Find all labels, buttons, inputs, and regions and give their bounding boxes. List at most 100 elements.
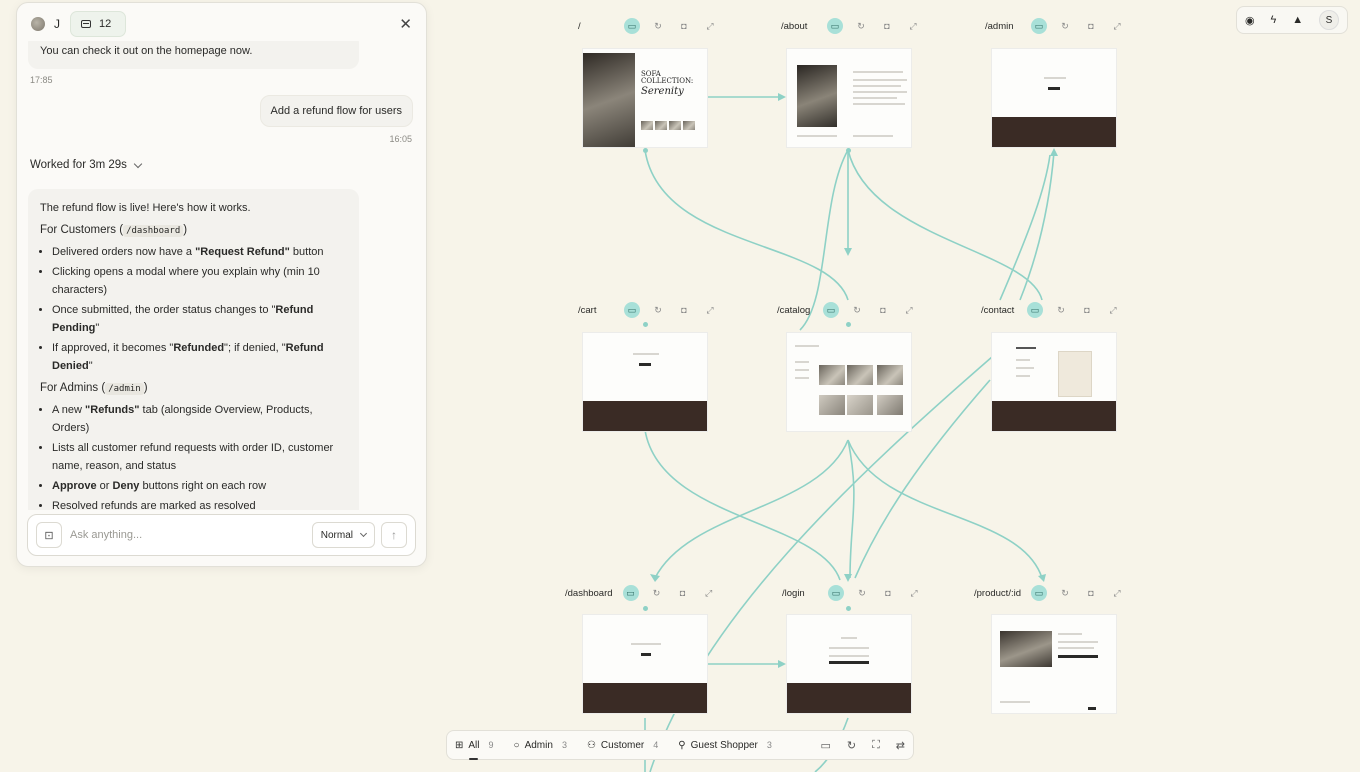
- button-block: [1058, 655, 1098, 658]
- route-label[interactable]: /dashboard: [565, 588, 613, 599]
- page-preview-catalog[interactable]: [786, 332, 912, 432]
- page-preview-contact[interactable]: [991, 332, 1117, 432]
- message-list[interactable]: You can check it out on the homepage now…: [17, 41, 426, 510]
- desktop-view-icon[interactable]: ▭: [827, 18, 843, 34]
- text-line: [853, 71, 903, 73]
- refresh-icon[interactable]: ↻: [1053, 302, 1069, 318]
- persona-filter-bar: ⊞ All 9 ○ Admin 3 ⚇ Customer 4 ⚲ Guest S…: [446, 730, 914, 760]
- page-preview-about[interactable]: [786, 48, 912, 148]
- expand-icon[interactable]: ⤢: [702, 18, 718, 34]
- page-preview-home[interactable]: SOFA COLLECTION: Serenity: [582, 48, 708, 148]
- expand-icon[interactable]: ⤢: [1105, 302, 1121, 318]
- page-preview-login[interactable]: [786, 614, 912, 714]
- avatar[interactable]: [31, 17, 45, 31]
- mode-select[interactable]: Normal: [311, 522, 375, 548]
- github-icon[interactable]: ◉: [1245, 14, 1255, 27]
- close-icon[interactable]: ✕: [399, 15, 412, 33]
- filter-guest-shopper[interactable]: ⚲ Guest Shopper 3: [678, 740, 772, 751]
- camera-icon[interactable]: ◘: [875, 302, 891, 318]
- route-label[interactable]: /catalog: [777, 305, 813, 316]
- worked-for-toggle[interactable]: Worked for 3m 29s: [30, 159, 143, 171]
- node-handle[interactable]: [643, 606, 648, 611]
- node-toolbar-catalog: /catalog ▭ ↻ ◘ ⤢: [777, 299, 917, 321]
- list-item: A new "Refunds" tab (alongside Overview,…: [52, 401, 347, 437]
- refresh-icon[interactable]: ↻: [849, 302, 865, 318]
- node-toolbar-contact: /contact ▭ ↻ ◘ ⤢: [981, 299, 1121, 321]
- camera-icon[interactable]: ◘: [1083, 18, 1099, 34]
- desktop-view-icon[interactable]: ▭: [1031, 18, 1047, 34]
- camera-icon[interactable]: ◘: [880, 585, 896, 601]
- refresh-icon[interactable]: ↻: [649, 585, 665, 601]
- node-handle[interactable]: [643, 322, 648, 327]
- fit-view-icon[interactable]: ⛶: [872, 739, 880, 752]
- desktop-view-icon[interactable]: ▭: [823, 302, 839, 318]
- route-label[interactable]: /: [578, 21, 614, 32]
- refresh-icon[interactable]: ↻: [854, 585, 870, 601]
- refresh-icon[interactable]: ↻: [650, 18, 666, 34]
- chat-input[interactable]: [70, 529, 312, 541]
- lightning-icon[interactable]: ϟ: [1270, 14, 1276, 26]
- node-handle[interactable]: [846, 606, 851, 611]
- refresh-icon[interactable]: ↻: [853, 18, 869, 34]
- route-label[interactable]: /admin: [985, 21, 1021, 32]
- chevron-down-icon: [359, 529, 368, 538]
- camera-icon[interactable]: ◘: [676, 18, 692, 34]
- expand-icon[interactable]: ⤢: [1109, 18, 1125, 34]
- node-handle[interactable]: [846, 322, 851, 327]
- footer-block: [787, 683, 911, 713]
- text-line: [633, 353, 659, 355]
- monitor-icon[interactable]: ▭: [820, 739, 830, 752]
- refresh-icon[interactable]: ↻: [1057, 18, 1073, 34]
- hero-image: [583, 53, 635, 147]
- expand-icon[interactable]: ⤢: [906, 585, 922, 601]
- route-label[interactable]: /contact: [981, 305, 1017, 316]
- desktop-view-icon[interactable]: ▭: [1027, 302, 1043, 318]
- screens-count-badge[interactable]: 12: [70, 11, 127, 37]
- desktop-view-icon[interactable]: ▭: [622, 585, 639, 601]
- input-line: [829, 647, 869, 649]
- filter-customer[interactable]: ⚇ Customer 4: [587, 740, 658, 751]
- page-preview-dashboard[interactable]: [582, 614, 708, 714]
- expand-icon[interactable]: ⤢: [701, 585, 717, 601]
- expand-icon[interactable]: ⤢: [1109, 585, 1125, 601]
- desktop-view-icon[interactable]: ▭: [624, 302, 640, 318]
- filter-admin[interactable]: ○ Admin 3: [514, 740, 567, 751]
- page-preview-admin[interactable]: [991, 48, 1117, 148]
- user-icon: ⚲: [678, 739, 686, 751]
- route-label[interactable]: /product/:id: [974, 588, 1021, 599]
- swap-icon[interactable]: ⇄: [896, 739, 905, 752]
- user-avatar[interactable]: S: [1319, 10, 1339, 30]
- desktop-view-icon[interactable]: ▭: [1031, 585, 1047, 601]
- product-thumb: [641, 121, 653, 130]
- camera-icon[interactable]: ◘: [675, 585, 691, 601]
- route-label[interactable]: /login: [782, 588, 818, 599]
- desktop-view-icon[interactable]: ▭: [624, 18, 640, 34]
- refresh-all-icon[interactable]: ↻: [847, 739, 856, 752]
- node-handle[interactable]: [846, 148, 851, 153]
- refresh-icon[interactable]: ↻: [1057, 585, 1073, 601]
- triangle-icon[interactable]: ▲: [1292, 14, 1303, 26]
- camera-icon[interactable]: ◘: [1079, 302, 1095, 318]
- assistant-message: The refund flow is live! Here's how it w…: [28, 189, 359, 510]
- expand-icon[interactable]: ⤢: [905, 18, 921, 34]
- node-handle[interactable]: [643, 148, 648, 153]
- route-label[interactable]: /about: [781, 21, 817, 32]
- button-block: [1088, 707, 1096, 710]
- camera-icon[interactable]: ◘: [1083, 585, 1099, 601]
- filter-all[interactable]: ⊞ All 9: [455, 740, 494, 760]
- refresh-icon[interactable]: ↻: [650, 302, 666, 318]
- list-item: Approve or Deny buttons right on each ro…: [52, 477, 347, 495]
- chat-header: J 12 ✕: [17, 3, 426, 45]
- camera-icon[interactable]: ◘: [879, 18, 895, 34]
- page-preview-product[interactable]: [991, 614, 1117, 714]
- camera-icon[interactable]: ◘: [676, 302, 692, 318]
- expand-icon[interactable]: ⤢: [901, 302, 917, 318]
- route-code: /dashboard: [123, 225, 184, 237]
- send-button[interactable]: ↑: [381, 522, 407, 548]
- route-label[interactable]: /cart: [578, 305, 614, 316]
- desktop-view-icon[interactable]: ▭: [828, 585, 844, 601]
- expand-icon[interactable]: ⤢: [702, 302, 718, 318]
- image-attach-icon[interactable]: ⊡: [36, 522, 62, 548]
- page-preview-cart[interactable]: [582, 332, 708, 432]
- text-line: [1016, 347, 1036, 349]
